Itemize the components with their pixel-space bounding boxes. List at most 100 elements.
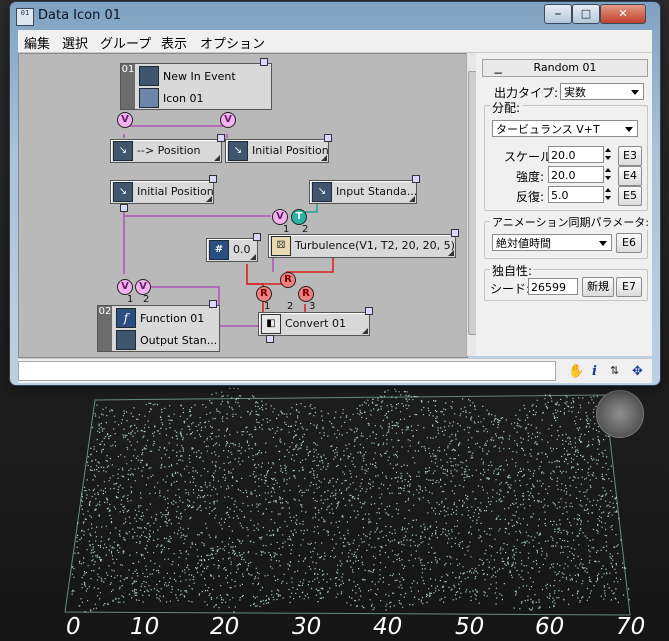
window-title: Data Icon 01 [38,8,122,23]
repeat-spinner[interactable]: 5.0 [548,186,604,203]
collapse-icon[interactable]: − [493,65,503,81]
port-number: 1 [127,294,134,305]
node-label: Turbulence(V1, T2, 20, 20, 5) [295,239,455,252]
anim-sync-dropdown[interactable]: 絶対値時間 [492,234,612,251]
vector-circle[interactable]: V [117,279,133,295]
axis-tick-label: 70 [616,614,646,640]
axis-tick-label: 30 [292,614,322,640]
output-port[interactable] [266,335,274,343]
node-label: Convert 01 [285,317,346,330]
event-icon [139,66,159,86]
scale-spinner[interactable]: 20.0 [548,146,604,163]
strength-spinner[interactable]: 20.0 [548,166,604,183]
node-tab[interactable] [253,233,261,241]
app-icon: 01 [16,8,34,26]
strength-label: 強度: [516,170,545,184]
node-tab[interactable] [260,58,268,66]
scale-wire-button[interactable]: E3 [618,146,642,166]
menu-group[interactable]: グループ [100,33,151,52]
pin-icon[interactable]: ✥ [632,364,643,379]
new-seed-button[interactable]: 新規 [582,277,614,297]
strength-wire-button[interactable]: E4 [618,166,642,186]
event-node[interactable]: 01 New In Event Icon 01 [120,63,272,110]
operator-icon: ↘ [228,141,248,161]
event-icon-label: Icon 01 [163,92,204,105]
node-turbulence[interactable]: ⚄ Turbulence(V1, T2, 20, 20, 5) [268,234,456,258]
convert-icon: ◧ [261,314,281,334]
viewcube-icon[interactable] [596,390,644,438]
title-bar[interactable]: 01 Data Icon 01 ⎯ □ ✕ [10,2,660,30]
port-number: 2 [143,294,150,305]
port-number: 1 [264,301,271,312]
real-circle[interactable]: R [256,286,272,302]
node-convert[interactable]: ◧ Convert 01 [258,312,370,336]
menu-view[interactable]: 表示 [161,33,187,52]
real-circle[interactable]: R [298,286,314,302]
spinner-arrows-icon[interactable] [604,146,613,163]
port-number: 2 [287,301,294,312]
seed-wire-button[interactable]: E7 [616,277,642,297]
vector-circle[interactable]: V [220,112,236,128]
node-scalar[interactable]: # 0.0 [206,238,258,262]
status-bar: ✋ i ⇅ ✥ [18,358,652,383]
data-icon-window: 01 Data Icon 01 ⎯ □ ✕ 編集 選択 グループ 表示 オプショ… [10,2,660,385]
vector-circle[interactable]: V [272,209,288,225]
axis-tick-label: 40 [373,614,403,640]
node-tab[interactable] [209,175,217,183]
parameter-panel: − Random 01 出力タイプ: 実数 分配: タービュランス V+T スケ… [476,53,652,356]
node-tab[interactable] [412,175,420,183]
node-label: Initial Position [252,144,329,157]
operator-icon: ↘ [113,182,133,202]
spinner-arrows-icon[interactable] [604,186,613,203]
dropdown-value: 実数 [564,86,586,99]
menu-options[interactable]: オプション [200,33,265,52]
output-type-dropdown[interactable]: 実数 [560,83,644,100]
vector-circle[interactable]: V [117,112,133,128]
node-initial-position-left[interactable]: ↘ Initial Position [110,180,214,204]
info-icon[interactable]: i [592,364,597,379]
node-label: 0.0 [233,243,251,256]
node-tab[interactable] [209,300,217,308]
maximize-button[interactable]: □ [572,4,600,24]
arrange-icon[interactable]: ⇅ [610,364,619,377]
function-title: Function 01 [140,312,205,325]
menu-edit[interactable]: 編集 [24,33,50,52]
real-circle[interactable]: R [280,272,296,288]
spinner-arrows-icon[interactable] [604,166,613,183]
repeat-wire-button[interactable]: E5 [618,186,642,206]
node-tab[interactable] [324,134,332,142]
axis-tick-label: 0 [66,614,81,640]
hand-icon[interactable]: ✋ [568,364,584,379]
minimize-button[interactable]: ⎯ [544,4,572,24]
menu-select[interactable]: 選択 [62,33,88,52]
uniqueness-group-label: 独自性: [490,262,535,279]
anim-wire-button[interactable]: E6 [616,233,642,253]
node-position-arrow[interactable]: ↘ --> Position [110,139,222,163]
close-button[interactable]: ✕ [600,4,646,24]
menu-bar: 編集 選択 グループ 表示 オプション [18,30,652,53]
function-node[interactable]: 02 f Function 01 Output Stan... [97,305,220,352]
node-label: --> Position [137,144,201,157]
dice-icon: ⚄ [271,236,291,256]
rollout-header[interactable]: − Random 01 [482,59,648,80]
node-initial-position-top[interactable]: ↘ Initial Position [225,139,329,163]
node-tab[interactable] [451,229,459,237]
output-port[interactable] [120,204,128,212]
node-tab[interactable] [217,134,225,142]
chevron-down-icon [599,241,607,246]
vector-circle[interactable]: V [135,279,151,295]
display-icon [139,88,159,108]
seed-field[interactable]: 26599 [528,278,578,295]
distribution-dropdown[interactable]: タービュランス V+T [492,120,638,137]
operator-icon: ↘ [113,141,133,161]
node-tab[interactable] [365,307,373,315]
chevron-down-icon [631,90,639,95]
node-input-standard[interactable]: ↘ Input Standa... [309,180,417,204]
node-graph-canvas[interactable]: 01 New In Event Icon 01 V V ↘ --> Positi… [18,53,468,358]
function-number: 02 [98,306,112,351]
hash-icon: # [209,240,229,260]
dropdown-value: 絶対値時間 [496,237,551,250]
status-field [18,361,556,381]
time-circle[interactable]: T [291,209,307,225]
node-label: Input Standa... [336,185,418,198]
